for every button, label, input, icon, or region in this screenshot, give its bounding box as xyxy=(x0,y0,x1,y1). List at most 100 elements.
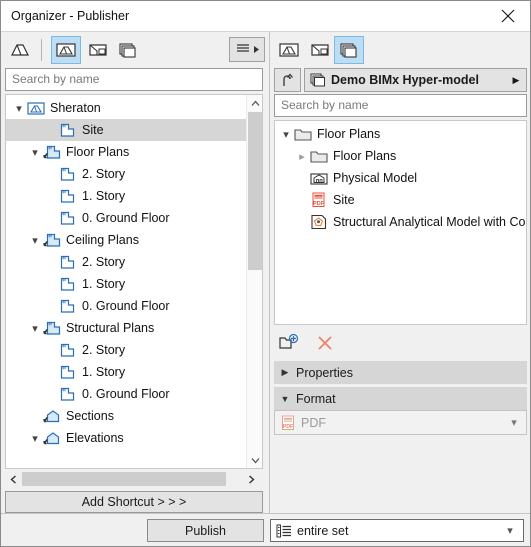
scroll-thumb-horizontal[interactable] xyxy=(22,472,226,486)
format-section-header[interactable]: ▼ Format xyxy=(274,387,527,410)
bimx-model-icon xyxy=(309,171,329,186)
tree-row[interactable]: 2. Story xyxy=(6,339,246,361)
chevron-right-icon: ▶ xyxy=(281,367,289,377)
new-folder-icon[interactable] xyxy=(276,331,302,355)
tree-chevron[interactable]: ▾ xyxy=(28,321,42,335)
scroll-left-icon[interactable] xyxy=(5,470,21,488)
breadcrumb: Demo BIMx Hyper-model ▶ xyxy=(274,68,527,92)
scroll-down-icon[interactable] xyxy=(247,452,262,468)
view-section-icon xyxy=(42,431,62,446)
tree-row[interactable]: 2. Story xyxy=(6,163,246,185)
view-folder-icon xyxy=(42,233,62,248)
tree-chevron[interactable]: ▾ xyxy=(28,145,42,159)
scroll-right-icon[interactable] xyxy=(243,470,259,488)
view-plan-icon xyxy=(58,255,78,270)
tree-row[interactable]: 0. Ground Floor xyxy=(6,295,246,317)
right-toolbar-button-layout-book[interactable] xyxy=(305,36,335,64)
view-folder-icon xyxy=(42,145,62,160)
breadcrumb-current-set[interactable]: Demo BIMx Hyper-model ▶ xyxy=(304,68,527,92)
left-search-input[interactable]: Search by name xyxy=(5,68,263,91)
tree-row-label: Structural Plans xyxy=(66,321,155,335)
format-select[interactable]: PDF PDF ▾ xyxy=(274,410,527,435)
tree-row-label: 2. Story xyxy=(82,255,126,269)
scroll-thumb[interactable] xyxy=(248,112,262,270)
view-plan-icon xyxy=(58,211,78,226)
view-map-root-icon xyxy=(26,101,46,116)
left-toolbar-menu-button[interactable] xyxy=(229,37,265,62)
tree-chevron[interactable]: ▾ xyxy=(279,127,293,141)
chevron-right-icon[interactable]: ▶ xyxy=(506,75,526,86)
tree-row-label: Floor Plans xyxy=(66,145,130,159)
delete-x-icon[interactable] xyxy=(312,331,338,355)
properties-section-header[interactable]: ▶ Properties xyxy=(274,361,527,384)
toolbar-button-publisher-sets[interactable] xyxy=(113,36,143,64)
tree-row[interactable]: 1. Story xyxy=(6,361,246,383)
toolbar-button-layout-book[interactable] xyxy=(83,36,113,64)
tree-row[interactable]: ▾ Floor Plans xyxy=(6,141,246,163)
tree-row[interactable]: PDF Site xyxy=(275,189,525,211)
toolbar-button-project-map[interactable] xyxy=(5,36,35,64)
tree-row[interactable]: ▾ Sheraton xyxy=(6,97,246,119)
tree-chevron[interactable]: ▸ xyxy=(295,149,309,163)
tree-row[interactable]: ▾ Elevations xyxy=(6,427,246,449)
chevron-down-icon[interactable]: ▾ xyxy=(502,416,526,429)
tree-row-label: 1. Story xyxy=(82,277,126,291)
title-bar: Organizer - Publisher xyxy=(1,1,530,32)
format-select-value: PDF xyxy=(301,415,326,430)
tree-row-label: Ceiling Plans xyxy=(66,233,139,247)
tree-row[interactable]: Site xyxy=(6,119,246,141)
svg-text:PDF: PDF xyxy=(313,201,324,207)
hamburger-menu-icon xyxy=(235,42,251,57)
chevron-down-icon[interactable]: ▾ xyxy=(497,524,523,537)
tree-row-label: Sheraton xyxy=(50,101,101,115)
left-tree-horizontal-scrollbar[interactable] xyxy=(5,470,263,488)
right-toolbar xyxy=(270,32,531,68)
right-panel-actions xyxy=(274,331,527,357)
left-toolbar xyxy=(1,32,269,68)
toolbar-button-view-map[interactable] xyxy=(51,36,81,64)
tree-chevron[interactable]: ▾ xyxy=(28,233,42,247)
right-toolbar-button-publisher-sets[interactable] xyxy=(334,36,364,64)
tree-row-label: 2. Story xyxy=(82,167,126,181)
tree-row[interactable]: 0. Ground Floor xyxy=(6,383,246,405)
tree-row[interactable]: 2. Story xyxy=(6,251,246,273)
pdf-file-icon: PDF xyxy=(309,192,329,208)
go-up-icon[interactable] xyxy=(274,68,301,92)
tree-row[interactable]: ▸ Floor Plans xyxy=(275,145,525,167)
tree-row[interactable]: Physical Model xyxy=(275,167,525,189)
view-plan-icon xyxy=(58,343,78,358)
tree-row[interactable]: 1. Story xyxy=(6,185,246,207)
view-plan-icon xyxy=(58,123,78,138)
right-toolbar-button-project-map[interactable] xyxy=(274,36,304,64)
view-plan-icon xyxy=(58,365,78,380)
tree-row[interactable]: ▾ Ceiling Plans xyxy=(6,229,246,251)
tree-row[interactable]: ▾ Structural Plans xyxy=(6,317,246,339)
tree-row-label: Floor Plans xyxy=(317,127,381,141)
view-folder-icon xyxy=(42,321,62,336)
format-section-label: Format xyxy=(296,391,336,406)
scroll-up-icon[interactable] xyxy=(247,95,262,111)
close-icon[interactable] xyxy=(486,1,530,31)
publish-scope-select[interactable]: entire set ▾ xyxy=(270,519,524,542)
right-tree[interactable]: ▾ Floor Plans ▸ Floor Plans Physical Model PD… xyxy=(274,120,527,325)
tree-chevron[interactable]: ▾ xyxy=(12,101,26,115)
tree-row-label: 0. Ground Floor xyxy=(82,211,170,225)
tree-row[interactable]: 0. Ground Floor xyxy=(6,207,246,229)
left-tree[interactable]: ▾ Sheraton Site ▾ Floor Plans 2. Story 1. Stor… xyxy=(5,94,263,469)
view-plan-icon xyxy=(58,167,78,182)
tree-row-label: Site xyxy=(333,193,355,207)
tree-row[interactable]: Sections xyxy=(6,405,246,427)
left-panel: Search by name ▾ Sheraton Site ▾ Floor Plans… xyxy=(1,32,269,543)
publish-button[interactable]: Publish xyxy=(147,519,264,542)
right-search-input[interactable]: Search by name xyxy=(274,94,527,117)
tree-chevron[interactable]: ▾ xyxy=(28,431,42,445)
left-tree-vertical-scrollbar[interactable] xyxy=(246,95,262,468)
page-title: Organizer - Publisher xyxy=(11,9,130,23)
add-shortcut-button[interactable]: Add Shortcut > > > xyxy=(5,491,263,513)
tree-row[interactable]: Structural Analytical Model with Core xyxy=(275,211,527,233)
tree-row-label: 1. Story xyxy=(82,189,126,203)
list-icon xyxy=(271,524,297,538)
tree-row[interactable]: ▾ Floor Plans xyxy=(275,123,525,145)
tree-row[interactable]: 1. Story xyxy=(6,273,246,295)
tree-row-label: Structural Analytical Model with Core xyxy=(333,215,527,229)
